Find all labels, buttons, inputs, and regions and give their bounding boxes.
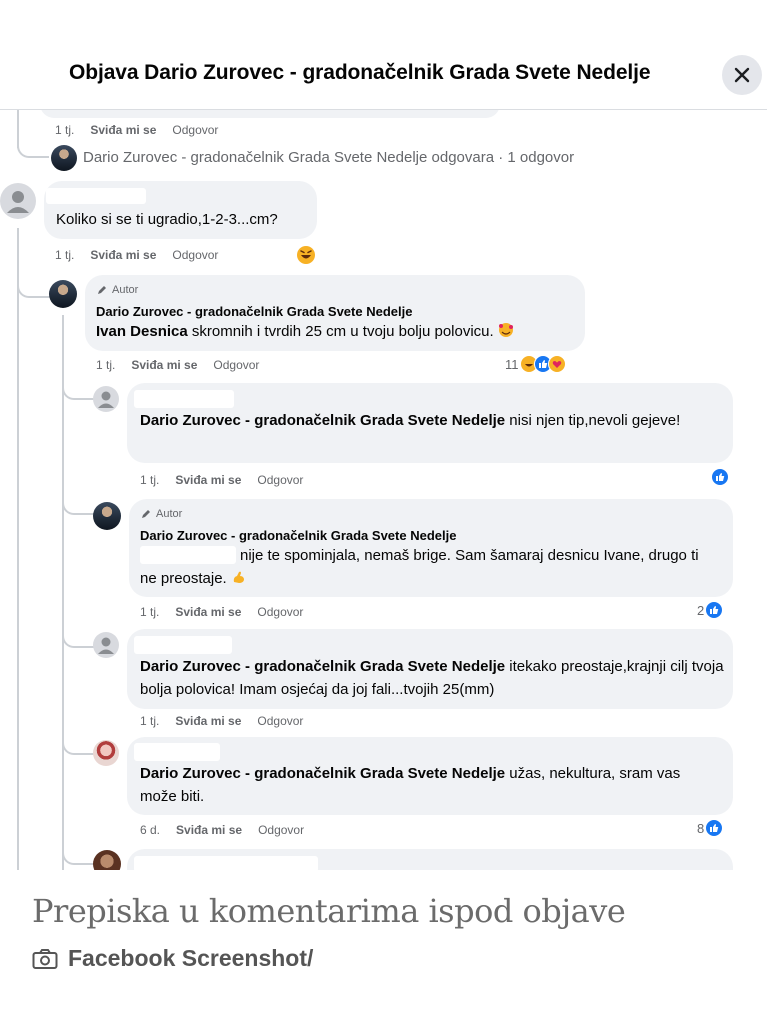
thread-connector [17, 138, 49, 158]
thread-connector [62, 845, 94, 865]
comment-actions: 1 tj. Sviđa mi se Odgovor [140, 605, 303, 619]
comment-text: Dario Zurovec - gradonačelnik Grada Svet… [140, 655, 725, 701]
thread-line [17, 228, 19, 870]
like-button[interactable]: Sviđa mi se [175, 714, 241, 728]
reply-button[interactable]: Odgovor [257, 473, 303, 487]
comment-actions: 1 tj. Sviđa mi se Odgovor [96, 358, 259, 372]
like-button[interactable]: Sviđa mi se [175, 473, 241, 487]
reaction-count: 8 [697, 820, 705, 836]
comment-text: Dario Zurovec - gradonačelnik Grada Svet… [140, 409, 700, 432]
comment-body: nisi njen tip,nevoli gejeve! [505, 412, 681, 429]
mention[interactable]: Dario Zurovec - gradonačelnik Grada Svet… [140, 765, 505, 782]
mention[interactable]: Dario Zurovec - gradonačelnik Grada Svet… [140, 658, 505, 675]
comment-actions: 1 tj. Sviđa mi se Odgovor [140, 473, 303, 487]
dialog-header: Objava Dario Zurovec - gradonačelnik Gra… [0, 0, 767, 110]
thread-connector [62, 735, 94, 755]
reply-button[interactable]: Odgovor [257, 605, 303, 619]
comment-actions: 1 tj. Sviđa mi se Odgovor [55, 248, 218, 262]
comment-author-name[interactable]: Dario Zurovec - gradonačelnik Grada Svet… [140, 528, 456, 543]
reply-button[interactable]: Odgovor [172, 248, 218, 262]
reply-button[interactable]: Odgovor [257, 714, 303, 728]
comment-actions: 1 tj. Sviđa mi se Odgovor [140, 714, 303, 728]
like-icon [711, 468, 729, 486]
reply-button[interactable]: Odgovor [258, 823, 304, 837]
author-badge: Autor [140, 508, 182, 520]
reaction-count: 11 [505, 356, 519, 372]
default-avatar-icon [98, 391, 114, 408]
comment-body: skromnih i tvrdih 25 cm u tvoju bolju po… [187, 323, 494, 340]
image-caption: Prepiska u komentarima ispod objave [32, 892, 626, 930]
reply-button[interactable]: Odgovor [172, 123, 218, 137]
reaction-summary[interactable]: 2 [697, 601, 724, 619]
thread-connector [62, 380, 94, 400]
dialog-title: Objava Dario Zurovec - gradonačelnik Gra… [69, 61, 651, 84]
close-icon [734, 67, 750, 83]
like-icon [705, 819, 724, 837]
camera-icon [32, 948, 58, 969]
comment-time[interactable]: 6 d. [140, 823, 160, 837]
redacted-name [134, 856, 318, 870]
comment-body: nije te spominjala, nemaš brige. Sam šam… [140, 547, 699, 587]
redacted-name [134, 743, 220, 761]
comment-text: Koliko si se ti ugradio,1-2-3...cm? [56, 211, 278, 228]
mention[interactable]: Dario Zurovec - gradonačelnik Grada Svet… [140, 412, 505, 429]
avatar[interactable] [49, 280, 77, 308]
like-button[interactable]: Sviđa mi se [131, 358, 197, 372]
pencil-icon [142, 510, 150, 518]
haha-icon [297, 246, 315, 264]
default-avatar-icon [7, 191, 29, 213]
image-credit-text: Facebook Screenshot/ [68, 945, 314, 971]
previous-comment-bubble [40, 110, 500, 118]
redacted-name [134, 390, 234, 408]
smiling-hearts-emoji-icon [498, 323, 513, 337]
pencil-icon [98, 286, 106, 294]
like-button[interactable]: Sviđa mi se [90, 123, 156, 137]
comment-actions: 1 tj. Sviđa mi se Odgovor [55, 123, 218, 137]
thread-connector [62, 495, 94, 515]
like-button[interactable]: Sviđa mi se [175, 605, 241, 619]
author-badge: Autor [96, 284, 138, 296]
author-badge-label: Autor [156, 508, 183, 520]
reaction-summary[interactable]: 11 [505, 355, 566, 373]
comment-time[interactable]: 1 tj. [55, 248, 74, 262]
reaction-summary[interactable] [711, 468, 729, 486]
thread-connector [17, 270, 51, 298]
mention[interactable]: Ivan Desnica [96, 323, 188, 340]
comment-time[interactable]: 1 tj. [140, 605, 159, 619]
close-button[interactable] [722, 55, 762, 95]
comment-time[interactable]: 1 tj. [140, 714, 159, 728]
care-icon [547, 355, 566, 373]
thread-line [62, 315, 64, 870]
avatar[interactable] [0, 183, 36, 219]
image-credit: Facebook Screenshot/ [32, 945, 313, 972]
comment-thread: 1 tj. Sviđa mi se Odgovor Dario Zurovec … [0, 110, 767, 870]
thread-connector [62, 628, 94, 648]
avatar[interactable] [93, 386, 119, 412]
redacted-name [134, 636, 232, 654]
avatar[interactable] [93, 740, 119, 766]
like-button[interactable]: Sviđa mi se [90, 248, 156, 262]
reaction-summary[interactable]: 8 [697, 819, 724, 837]
comment-text: Ivan Desnica skromnih i tvrdih 25 cm u t… [96, 320, 514, 343]
comment-text: Dario Zurovec - gradonačelnik Grada Svet… [140, 762, 710, 808]
comment-time[interactable]: 1 tj. [96, 358, 115, 372]
reaction-count: 2 [697, 602, 705, 618]
flexed-biceps-emoji-icon [233, 571, 244, 583]
like-button[interactable]: Sviđa mi se [176, 823, 242, 837]
comment-time[interactable]: 1 tj. [55, 123, 74, 137]
redacted-name [46, 188, 146, 204]
comment-text: nije te spominjala, nemaš brige. Sam šam… [140, 544, 710, 590]
avatar[interactable] [93, 850, 121, 870]
avatar[interactable] [93, 502, 121, 530]
comment-author-name[interactable]: Dario Zurovec - gradonačelnik Grada Svet… [96, 304, 412, 319]
like-icon [705, 601, 724, 619]
avatar[interactable] [51, 145, 77, 171]
reply-button[interactable]: Odgovor [213, 358, 259, 372]
default-avatar-icon [98, 637, 114, 654]
comment-actions: 6 d. Sviđa mi se Odgovor [140, 823, 304, 837]
avatar[interactable] [93, 632, 119, 658]
comment-time[interactable]: 1 tj. [140, 473, 159, 487]
view-replies-link[interactable]: Dario Zurovec - gradonačelnik Grada Svet… [83, 149, 574, 166]
author-badge-label: Autor [112, 284, 139, 296]
